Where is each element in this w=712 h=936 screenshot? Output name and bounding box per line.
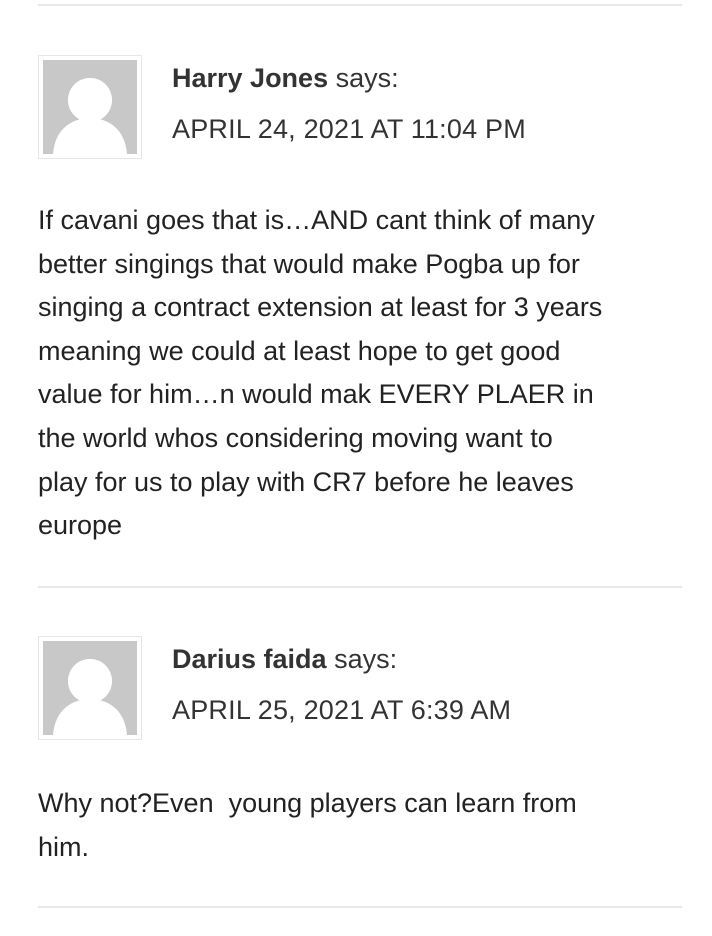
comment-body-line: the world whos considering moving want t… xyxy=(38,422,553,453)
comment-item: Harry Jones says: APRIL 24, 2021 AT 11:0… xyxy=(38,55,682,555)
comment-body: Why not?Even young players can learn fro… xyxy=(38,782,682,869)
comment-date[interactable]: APRIL 24, 2021 AT 11:04 PM xyxy=(172,113,526,145)
comment-date[interactable]: APRIL 25, 2021 AT 6:39 AM xyxy=(172,694,511,726)
avatar xyxy=(38,55,142,159)
comment-author[interactable]: Harry Jones xyxy=(172,63,328,93)
default-avatar-icon xyxy=(43,60,137,154)
comment-body-line: better singings that would make Pogba up… xyxy=(38,248,580,279)
comment-body-line: value for him…n would mak EVERY PLAER in xyxy=(38,379,594,410)
comment-author[interactable]: Darius faida xyxy=(172,644,327,674)
comment-divider xyxy=(38,586,682,588)
comment-body-line: Why not?Even young players can learn fro… xyxy=(38,788,577,818)
comment-body: If cavani goes that is…AND cant think of… xyxy=(38,199,682,548)
author-line: Harry Jones says: xyxy=(172,62,399,94)
top-divider xyxy=(38,4,682,6)
comment-body-line: him. xyxy=(38,831,90,862)
comment-body-line: meaning we could at least hope to get go… xyxy=(38,335,561,366)
default-avatar-icon xyxy=(43,641,137,735)
comment-body-line: If cavani goes that is…AND cant think of… xyxy=(38,205,595,235)
comment-body-line: europe xyxy=(38,510,123,541)
author-line: Darius faida says: xyxy=(172,643,397,675)
comment-body-line: play for us to play with CR7 before he l… xyxy=(38,466,574,497)
bottom-divider xyxy=(38,906,682,908)
says-label: says: xyxy=(328,63,399,93)
says-label: says: xyxy=(326,644,398,674)
comment-item: Darius faida says: APRIL 25, 2021 AT 6:3… xyxy=(38,636,682,876)
avatar xyxy=(38,636,142,740)
comment-body-line: singing a contract extension at least fo… xyxy=(38,292,603,323)
